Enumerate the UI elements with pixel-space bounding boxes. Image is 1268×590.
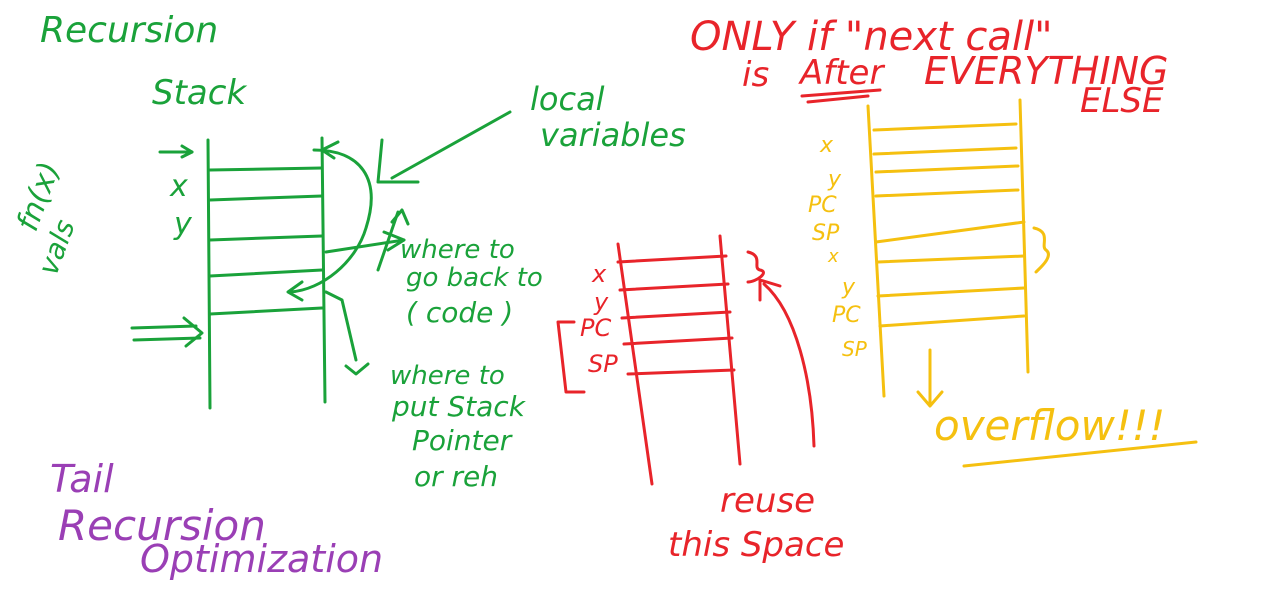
reuse-line-2: this Space bbox=[668, 525, 844, 565]
where-back-line-2: go back to bbox=[406, 263, 543, 293]
fn-call-arrow bbox=[158, 144, 194, 159]
green-slot-y: y bbox=[173, 207, 193, 242]
stack-label: Stack bbox=[152, 73, 247, 113]
recursion-title: Recursion bbox=[40, 10, 218, 51]
yellow-stack-frame bbox=[866, 98, 1030, 398]
entry-arrow bbox=[130, 316, 204, 348]
bracket-arrow bbox=[286, 140, 373, 302]
red-stack-frame bbox=[616, 234, 742, 486]
optimization-label: Optimization bbox=[140, 537, 383, 581]
tail-label: Tail bbox=[50, 457, 114, 501]
yellow-slot-pc1: PC bbox=[808, 193, 837, 218]
red-slot-sp: SP bbox=[588, 350, 618, 378]
overflow-label: overflow!!! bbox=[934, 401, 1165, 450]
where-back-line-1: where to bbox=[400, 235, 515, 265]
local-variables-label-2: variables bbox=[540, 116, 686, 154]
else-label: ELSE bbox=[1080, 81, 1164, 121]
yellow-slot-pc2: PC bbox=[832, 303, 861, 328]
local-variables-label-1: local bbox=[530, 80, 605, 118]
whiteboard-canvas: Recursion Stack fn(x) vals x y local var… bbox=[10, 10, 1198, 581]
where-sp-line-4: or reh bbox=[414, 460, 498, 493]
reuse-arrow bbox=[758, 278, 816, 448]
red-squiggle-brace bbox=[746, 250, 765, 284]
yellow-slot-x1: x bbox=[819, 133, 834, 158]
where-sp-line-2: put Stack bbox=[391, 390, 527, 423]
where-sp-line-3: Pointer bbox=[412, 424, 513, 457]
green-slot-x: x bbox=[169, 169, 188, 204]
where-sp-line-1: where to bbox=[390, 361, 505, 391]
overflow-down-arrow bbox=[916, 348, 944, 408]
is-label: is bbox=[742, 55, 769, 95]
yellow-squiggle-brace bbox=[1032, 226, 1050, 274]
yellow-slot-y1: y bbox=[827, 167, 842, 192]
local-variables-arrow bbox=[376, 110, 512, 184]
yellow-slot-sp1: SP bbox=[812, 221, 840, 246]
yellow-slot-y2: y bbox=[841, 275, 856, 300]
where-sp-arrow bbox=[324, 290, 370, 376]
where-back-arrow bbox=[324, 208, 410, 272]
yellow-slot-x2: x bbox=[827, 246, 839, 267]
red-slot-pc: PC bbox=[580, 314, 611, 342]
green-stack-frame bbox=[206, 136, 327, 410]
where-back-line-3: ( code ) bbox=[406, 296, 513, 329]
red-slot-y: y bbox=[593, 288, 609, 316]
after-label: After bbox=[798, 53, 885, 93]
reuse-line-1: reuse bbox=[720, 481, 815, 521]
yellow-slot-sp2: SP bbox=[842, 337, 868, 361]
red-slot-x: x bbox=[591, 260, 607, 288]
